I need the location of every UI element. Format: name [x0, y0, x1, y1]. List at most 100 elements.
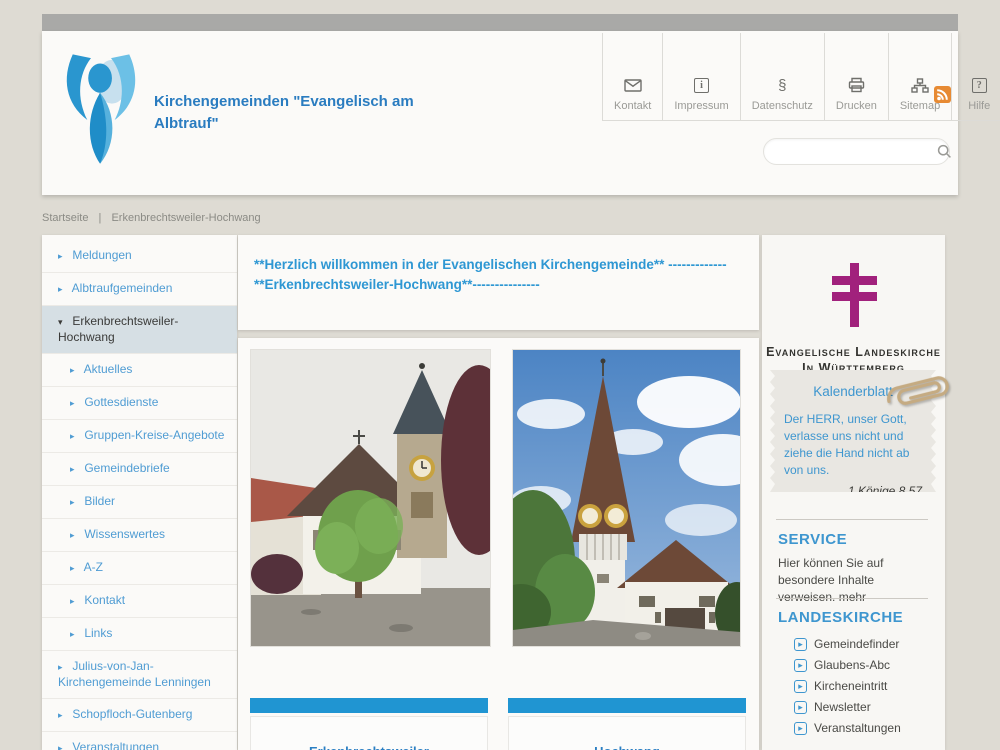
service-more-link[interactable]: mehr	[839, 590, 866, 604]
breadcrumb: Startseite | Erkenbrechtsweiler-Hochwang	[42, 212, 261, 224]
search-input[interactable]	[764, 145, 937, 159]
divider	[776, 598, 928, 599]
play-arrow-icon	[794, 680, 807, 693]
search-icon[interactable]	[937, 144, 952, 159]
toolbar-label: Datenschutz	[752, 100, 813, 112]
expand-arrow-icon	[58, 315, 69, 330]
teaser-card-erkenbrechtsweiler: Erkenbrechtsweiler	[250, 698, 488, 750]
sidebar-nav-item[interactable]: Julius-von-Jan-Kirchengemeinde Lenningen	[42, 651, 237, 699]
question-icon: ?	[972, 75, 987, 95]
sidebar-nav-item[interactable]: Albtraufgemeinden	[42, 273, 237, 306]
landeskirche-link[interactable]: Gemeindefinder	[794, 637, 901, 651]
card-body: Hochwang	[508, 716, 746, 750]
landeskirche-link-label: Newsletter	[814, 700, 871, 714]
welcome-panel: **Herzlich willkommen in der Evangelisch…	[238, 235, 759, 330]
sidebar-nav-item[interactable]: Links	[42, 618, 237, 651]
sidebar-nav-item[interactable]: Aktuelles	[42, 354, 237, 387]
sidebar-nav-item[interactable]: Gottesdienste	[42, 387, 237, 420]
toolbar-label: Drucken	[836, 100, 877, 112]
card-body: Erkenbrechtsweiler	[250, 716, 488, 750]
sidebar-nav-label: Veranstaltungen	[72, 740, 159, 750]
kalenderblatt-reference: 1.Könige 8,57	[784, 484, 922, 498]
sidebar-nav-label: Julius-von-Jan-Kirchengemeinde Lenningen	[58, 659, 211, 689]
header: Kirchengemeinden "Evangelisch am Albtrau…	[42, 31, 958, 195]
sidebar-nav-item[interactable]: A-Z	[42, 552, 237, 585]
sidebar-nav-label: Gruppen-Kreise-Angebote	[84, 428, 224, 442]
church-photo-hochwang	[513, 350, 740, 646]
sidebar-nav-item[interactable]: Gemeindebriefe	[42, 453, 237, 486]
sidebar-nav-item[interactable]: Gruppen-Kreise-Angebote	[42, 420, 237, 453]
play-arrow-icon	[794, 701, 807, 714]
landeskirche-link[interactable]: Glaubens-Abc	[794, 658, 901, 672]
toolbar-item-hilfe[interactable]: ? Hilfe	[951, 33, 1000, 120]
toolbar-item-sitemap[interactable]: Sitemap	[888, 33, 951, 120]
sidebar-nav-label: Schopfloch-Gutenberg	[72, 707, 192, 721]
breadcrumb-startseite[interactable]: Startseite	[42, 212, 88, 224]
landeskirche-heading: LANDESKIRCHE	[778, 609, 903, 626]
site-title: Kirchengemeinden "Evangelisch am Albtrau…	[154, 91, 444, 135]
expand-arrow-icon	[70, 396, 81, 411]
double-cross-icon	[831, 263, 877, 327]
play-arrow-icon	[794, 659, 807, 672]
card-link-hochwang[interactable]: Hochwang	[594, 744, 660, 750]
play-arrow-icon	[794, 638, 807, 651]
expand-arrow-icon	[70, 594, 81, 609]
sidebar-nav-item[interactable]: Veranstaltungen	[42, 732, 237, 750]
paragraph-icon: §	[778, 75, 786, 95]
landeskirche-link[interactable]: Veranstaltungen	[794, 721, 901, 735]
sidebar-nav-label: Erkenbrechtsweiler-Hochwang	[58, 314, 178, 344]
card-link-erkenbrechtsweiler[interactable]: Erkenbrechtsweiler	[309, 744, 429, 750]
expand-arrow-icon	[58, 741, 69, 750]
card-header-bar	[508, 698, 746, 713]
landeskirche-link[interactable]: Newsletter	[794, 700, 901, 714]
sidebar-nav-label: Links	[84, 626, 112, 640]
landeskirche-links: Gemeindefinder Glaubens-Abc Kircheneintr…	[794, 637, 901, 742]
envelope-icon	[624, 75, 642, 95]
landeskirche-link-label: Glaubens-Abc	[814, 658, 890, 672]
sidebar-nav-label: Bilder	[84, 494, 115, 508]
expand-arrow-icon	[70, 462, 81, 477]
sidebar-nav-item[interactable]: Wissenswertes	[42, 519, 237, 552]
sidebar-nav-label: Albtraufgemeinden	[72, 281, 173, 295]
sitemap-icon	[911, 75, 929, 95]
kalenderblatt-verse: Der HERR, unser Gott, verlasse uns nicht…	[784, 411, 922, 479]
toolbar-item-datenschutz[interactable]: § Datenschutz	[740, 33, 824, 120]
sidebar-nav-label: Aktuelles	[84, 362, 133, 376]
play-arrow-icon	[794, 722, 807, 735]
expand-arrow-icon	[58, 660, 69, 675]
divider	[776, 519, 928, 520]
sidebar-nav-item[interactable]: Bilder	[42, 486, 237, 519]
sidebar-nav-item[interactable]: Erkenbrechtsweiler-Hochwang	[42, 306, 237, 354]
expand-arrow-icon	[70, 495, 81, 510]
info-icon: i	[694, 75, 709, 95]
sidebar-nav-label: Gottesdienste	[84, 395, 158, 409]
sidebar-nav-item[interactable]: Schopfloch-Gutenberg	[42, 699, 237, 732]
breadcrumb-separator: |	[99, 212, 102, 224]
top-gray-bar	[42, 14, 958, 31]
sidebar-nav-item[interactable]: Meldungen	[42, 240, 237, 273]
right-sidebar: Evangelische Landeskirche In Württemberg…	[762, 235, 945, 750]
church-photo-erkenbrechtsweiler	[251, 350, 490, 646]
sidebar-nav-label: Wissenswertes	[84, 527, 165, 541]
sidebar-nav-item[interactable]: Kontakt	[42, 585, 237, 618]
breadcrumb-current: Erkenbrechtsweiler-Hochwang	[111, 212, 260, 224]
toolbar-label: Hilfe	[968, 100, 990, 112]
expand-arrow-icon	[58, 249, 69, 264]
toolbar-label: Kontakt	[614, 100, 651, 112]
toolbar-item-kontakt[interactable]: Kontakt	[602, 33, 662, 120]
landeskirche-link-label: Gemeindefinder	[814, 637, 899, 651]
site-logo-link[interactable]: Kirchengemeinden "Evangelisch am Albtrau…	[60, 49, 444, 171]
welcome-heading: **Herzlich willkommen in der Evangelisch…	[254, 255, 743, 295]
sidebar-nav-label: Kontakt	[84, 593, 125, 607]
toolbar-item-drucken[interactable]: Drucken	[824, 33, 888, 120]
expand-arrow-icon	[70, 528, 81, 543]
sidebar-navigation: Meldungen Albtraufgemeinden Erkenbrechts…	[42, 235, 237, 750]
search-box	[763, 138, 950, 165]
landeskirche-link[interactable]: Kircheneintritt	[794, 679, 901, 693]
expand-arrow-icon	[58, 282, 69, 297]
landeskirche-logo-link[interactable]: Evangelische Landeskirche In Württemberg	[762, 235, 945, 376]
rss-icon[interactable]	[934, 86, 951, 103]
toolbar-item-impressum[interactable]: i Impressum	[662, 33, 739, 120]
sidebar-nav-label: A-Z	[84, 560, 103, 574]
content-panel: Erkenbrechtsweiler Hochwang	[238, 338, 759, 750]
